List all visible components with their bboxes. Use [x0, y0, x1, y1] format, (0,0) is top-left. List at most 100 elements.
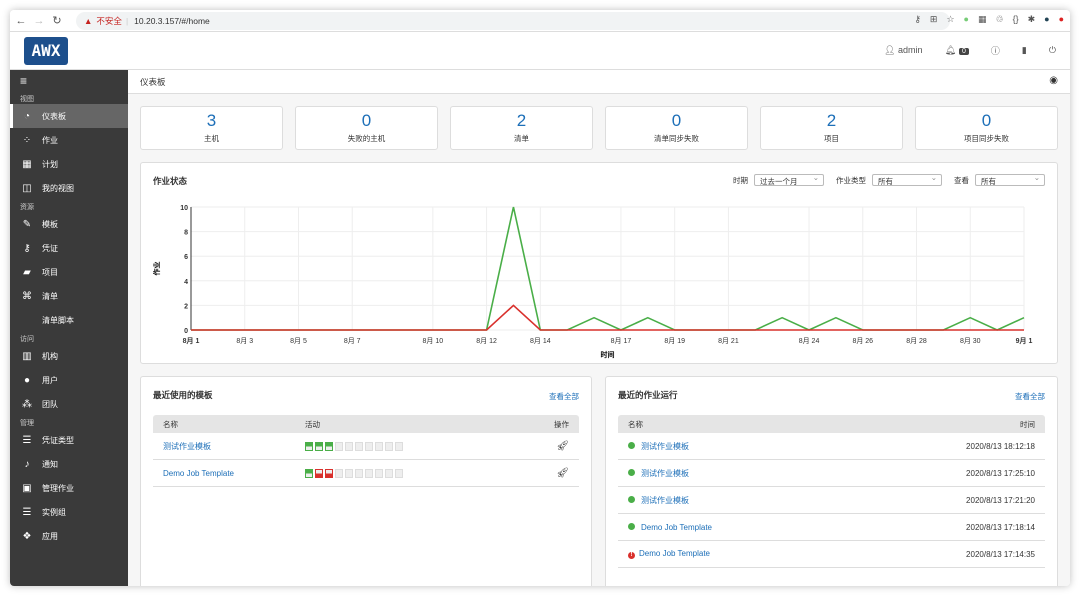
job-link[interactable]: Demo Job Template: [641, 523, 712, 532]
sidebar-item[interactable]: ▥机构: [10, 344, 128, 368]
sidebar-item[interactable]: ✎模板: [10, 212, 128, 236]
y-tick-label: 2: [184, 303, 188, 310]
translate-icon[interactable]: ⊞: [930, 14, 938, 25]
extension-icon[interactable]: ♲: [995, 14, 1003, 25]
activity-job-status: [345, 469, 353, 478]
sidebar-item[interactable]: ❖应用: [10, 524, 128, 548]
template-link[interactable]: 测试作业模板: [163, 441, 305, 452]
sidebar-item[interactable]: ☰凭证类型: [10, 428, 128, 452]
success-status-icon: [628, 496, 635, 503]
x-tick-label: 8月 3: [236, 337, 253, 345]
sidebar-item-label: 作业: [42, 135, 58, 146]
sidebar-item-label: 我的视图: [42, 183, 74, 194]
count-card[interactable]: 3主机: [140, 106, 283, 150]
sidebar-item[interactable]: ⁘ 作业: [10, 128, 128, 152]
profile-avatar[interactable]: ●: [1044, 14, 1049, 25]
recent-templates-title: 最近使用的模板: [153, 389, 213, 401]
sidebar-item-label: 应用: [42, 531, 58, 542]
extension-green-icon[interactable]: ●: [964, 14, 969, 25]
launch-rocket-icon[interactable]: 🚀︎: [556, 441, 569, 452]
briefcase-icon: ▣: [20, 483, 34, 494]
activity-job-status: [385, 442, 393, 451]
job-link[interactable]: Demo Job Template: [639, 549, 710, 558]
launch-rocket-icon[interactable]: 🚀︎: [556, 468, 569, 479]
sidebar-item[interactable]: ▣管理作业: [10, 476, 128, 500]
activity-job-status[interactable]: [305, 469, 313, 478]
activity-job-status[interactable]: [325, 442, 333, 451]
count-card[interactable]: 2清单: [450, 106, 593, 150]
key-icon[interactable]: ⚷: [914, 14, 921, 25]
sidebar-item[interactable]: ☰实例组: [10, 500, 128, 524]
activity-job-status: [385, 469, 393, 478]
table-row: 测试作业模板2020/8/13 18:12:18: [618, 433, 1045, 460]
jobs-view-all-link[interactable]: 查看全部: [1015, 391, 1045, 402]
sidebar-item[interactable]: 清单脚本: [10, 308, 128, 332]
sidebar-item[interactable]: ⌘清单: [10, 284, 128, 308]
activity-job-status: [395, 442, 403, 451]
docs-book-icon[interactable]: ▮: [1022, 45, 1027, 56]
x-tick-label: 8月 5: [290, 337, 307, 345]
sidebar-item[interactable]: ◫我的视图: [10, 176, 128, 200]
table-row: Demo Job Template2020/8/13 17:18:14: [618, 514, 1045, 541]
tachometer-icon: ◔: [20, 111, 34, 122]
folder-icon: ▰: [20, 267, 34, 278]
extension-icon[interactable]: {}: [1013, 14, 1019, 25]
activity-job-status: [375, 442, 383, 451]
job-link[interactable]: 测试作业模板: [641, 469, 689, 478]
star-icon[interactable]: ☆: [946, 14, 954, 25]
back-icon[interactable]: ←: [14, 15, 28, 27]
hamburger-menu-icon[interactable]: ≡: [10, 70, 128, 92]
sidebar-section-label: 资源: [10, 200, 128, 212]
count-card[interactable]: 0项目同步失败: [915, 106, 1058, 150]
sidebar-item[interactable]: ♪通知: [10, 452, 128, 476]
awx-logo[interactable]: AWX: [24, 37, 68, 65]
job-link[interactable]: 测试作业模板: [641, 442, 689, 451]
address-bar[interactable]: ▲ 不安全 | 10.20.3.157/#/home: [76, 12, 950, 30]
logout-power-icon[interactable]: ⏻: [1049, 45, 1056, 56]
app-header: AWX 👤︎ admin 🔔︎0 ⓘ ▮ ⏻: [10, 32, 1070, 70]
col-time: 时间: [1020, 419, 1035, 430]
count-card[interactable]: 2项目: [760, 106, 903, 150]
spinner-icon: ⁘: [20, 135, 34, 146]
info-icon[interactable]: ⓘ: [991, 44, 1000, 57]
sidebar-item-label: 清单: [42, 291, 58, 302]
sidebar-item[interactable]: ▦计划: [10, 152, 128, 176]
activity-stream-icon[interactable]: ◉: [1049, 75, 1058, 86]
activity-job-status[interactable]: [305, 442, 313, 451]
sidebar-item[interactable]: ●用户: [10, 368, 128, 392]
sidebar-item[interactable]: ▰项目: [10, 260, 128, 284]
sidebar-item[interactable]: ⚷凭证: [10, 236, 128, 260]
activity-job-status[interactable]: [315, 469, 323, 478]
x-tick-label: 8月 14: [530, 337, 551, 345]
puzzle-icon[interactable]: ✱: [1028, 14, 1036, 25]
count-value: 2: [761, 111, 902, 131]
count-value: 0: [916, 111, 1057, 131]
bell-icon: 🔔︎: [945, 45, 956, 55]
activity-job-status[interactable]: [315, 442, 323, 451]
failed-status-icon: !: [628, 552, 635, 559]
template-link[interactable]: Demo Job Template: [163, 469, 305, 478]
sidebar-section-label: 访问: [10, 332, 128, 344]
count-card[interactable]: 0失败的主机: [295, 106, 438, 150]
list-icon: ☰: [20, 435, 34, 446]
sidebar-item[interactable]: ⁂团队: [10, 392, 128, 416]
sidebar-section-label: 管理: [10, 416, 128, 428]
recent-templates-panel: 最近使用的模板 查看全部 名称活动操作 测试作业模板🚀︎Demo Job Tem…: [140, 376, 592, 586]
forward-icon[interactable]: →: [32, 15, 46, 27]
extension-red-icon[interactable]: ●: [1059, 14, 1064, 25]
extension-icon[interactable]: ▦: [978, 14, 987, 25]
col-activity: 活动: [305, 419, 554, 430]
sidebar-item-label: 实例组: [42, 507, 66, 518]
notifications-button[interactable]: 🔔︎0: [945, 45, 969, 56]
count-card[interactable]: 0清单同步失败: [605, 106, 748, 150]
sidebar-item[interactable]: ◔仪表板: [10, 104, 128, 128]
reload-icon[interactable]: ↻: [50, 14, 64, 27]
job-link[interactable]: 测试作业模板: [641, 496, 689, 505]
url-text: 10.20.3.157/#/home: [134, 16, 210, 26]
user-menu[interactable]: 👤︎ admin: [884, 45, 922, 56]
x-tick-label: 8月 10: [423, 337, 444, 345]
x-tick-label: 8月 28: [906, 337, 927, 345]
activity-job-status[interactable]: [325, 469, 333, 478]
templates-view-all-link[interactable]: 查看全部: [549, 391, 579, 402]
table-row: 测试作业模板2020/8/13 17:21:20: [618, 487, 1045, 514]
